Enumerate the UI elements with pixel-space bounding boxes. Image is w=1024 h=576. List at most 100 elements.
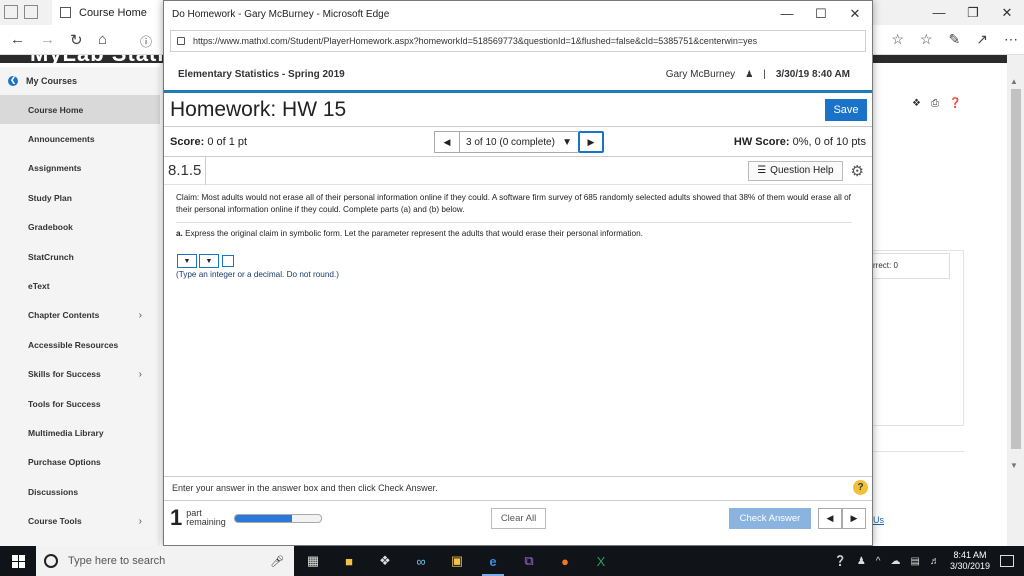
homework-address-bar[interactable]: https://www.mathxl.com/Student/PlayerHom… — [170, 30, 866, 52]
share-icon[interactable]: ↗ — [976, 31, 988, 48]
sidebar-item[interactable]: Discussions — [0, 477, 160, 506]
microphone-icon[interactable]: 🎤︎ — [270, 555, 284, 568]
homework-content: Elementary Statistics - Spring 2019 Gary… — [164, 59, 872, 546]
question-id-row: 8.1.5 ☰ Question Help ⚙ — [164, 156, 872, 185]
info-icon[interactable]: ⓘ — [140, 33, 152, 50]
sidebar-item[interactable]: Announcements — [0, 124, 160, 153]
print-icon[interactable]: ⎙ — [931, 98, 939, 109]
store-icon[interactable]: ▣ — [446, 550, 468, 572]
sidebar-item[interactable]: Tools for Success — [0, 389, 160, 418]
system-tray: ❔ ♟ ^ ☁ ▤ ♬ 8:41 AM 3/30/2019 — [834, 546, 1024, 576]
visual-studio-icon[interactable]: ⧉ — [518, 550, 540, 572]
gear-icon[interactable]: ⚙ — [851, 162, 864, 180]
page-scrollbar[interactable]: ▲ ▼ — [1007, 55, 1024, 546]
score-value: 0 of 1 pt — [207, 135, 248, 148]
sidebar-item[interactable]: StatCrunch — [0, 242, 160, 271]
scroll-thumb[interactable] — [1011, 89, 1021, 449]
tray-chevron-icon[interactable]: ^ — [876, 556, 881, 567]
favorites-list-icon[interactable]: ☆ — [920, 31, 933, 48]
tab-aside-icon[interactable] — [24, 5, 38, 19]
clock-time: 8:41 AM — [953, 550, 987, 560]
help-tray-icon[interactable]: ❔ — [834, 556, 846, 567]
parts-remaining-label: part remaining — [186, 509, 226, 527]
question-select[interactable]: 3 of 10 (0 complete) ▼ — [460, 131, 578, 153]
clear-all-button[interactable]: Clear All — [491, 508, 546, 529]
page-tools: ❖ ⎙ ❓ — [912, 98, 961, 109]
check-answer-button[interactable]: Check Answer — [729, 508, 811, 529]
close-icon[interactable]: ✕ — [838, 1, 872, 27]
next-question-button[interactable]: ▶ — [578, 131, 604, 153]
notification-icon[interactable] — [1000, 555, 1014, 567]
tab-course-home[interactable]: Course Home — [52, 0, 164, 25]
task-view-icon[interactable]: ▦ — [302, 550, 324, 572]
sidebar-item[interactable]: Course Home — [0, 95, 160, 125]
favorite-star-icon[interactable]: ☆ — [891, 31, 904, 48]
restore-icon[interactable]: ❐ — [956, 0, 990, 25]
cloud-icon[interactable]: ☁ — [891, 556, 901, 567]
taskbar-clock[interactable]: 8:41 AM 3/30/2019 — [950, 550, 990, 572]
minimize-icon[interactable]: — — [770, 1, 804, 27]
part-a-text: Express the original claim in symbolic f… — [185, 229, 643, 238]
info-icon[interactable]: ❖ — [912, 98, 921, 109]
tab-actions — [4, 5, 38, 19]
chevron-right-icon: › — [138, 515, 142, 527]
refresh-icon[interactable]: ↻ — [70, 31, 83, 49]
scroll-down-icon[interactable]: ▼ — [1010, 461, 1018, 470]
sidebar-item[interactable]: Assignments — [0, 154, 160, 183]
file-explorer-icon[interactable]: ■ — [338, 550, 360, 572]
sidebar-item-label: eText — [28, 281, 50, 292]
sidebar-item[interactable]: Skills for Success › — [0, 360, 160, 389]
save-button[interactable]: Save — [825, 98, 867, 121]
pen-icon[interactable]: ✎ — [949, 31, 961, 48]
next-question-button[interactable]: ▶ — [842, 508, 866, 529]
sidebar-item-label: Tools for Success — [28, 398, 101, 409]
sidebar-item[interactable]: Study Plan — [0, 183, 160, 212]
sidebar-item[interactable]: Accessible Resources — [0, 330, 160, 359]
people-icon[interactable]: ♟ — [857, 556, 866, 567]
maximize-icon[interactable]: ☐ — [804, 1, 838, 27]
operator-dropdown[interactable]: ▼ — [199, 254, 219, 268]
search-icon — [44, 554, 58, 568]
sidebar-item[interactable]: Chapter Contents › — [0, 301, 160, 330]
close-icon[interactable]: ✕ — [990, 0, 1024, 25]
tab-preview-icon[interactable] — [4, 5, 18, 19]
page-favicon-icon — [60, 7, 71, 18]
sidebar-item[interactable]: Purchase Options — [0, 448, 160, 477]
forward-arrow-icon[interactable]: → — [40, 31, 55, 48]
sidebar-item[interactable]: Course Tools › — [0, 506, 160, 535]
taskbar-search[interactable]: Type here to search 🎤︎ — [36, 546, 294, 576]
help-icon[interactable]: ❓ — [949, 98, 961, 109]
sidebar-item-label: Discussions — [28, 486, 79, 497]
previous-question-button[interactable]: ◀ — [434, 131, 460, 153]
sidebar-item[interactable]: eText — [0, 271, 160, 300]
value-answer-box[interactable] — [222, 255, 234, 267]
my-courses-link[interactable]: ❮ My Courses — [0, 67, 160, 95]
volume-icon[interactable]: ♬ — [930, 556, 940, 567]
previous-question-button[interactable]: ◀ — [818, 508, 842, 529]
home-icon[interactable]: ⌂ — [98, 31, 107, 48]
bottom-question-nav: ◀ ▶ — [818, 508, 866, 529]
part-a-label: a. — [176, 229, 183, 238]
minimize-icon[interactable]: — — [922, 0, 956, 25]
help-icon[interactable]: ? — [853, 480, 868, 495]
sidebar-item-label: Skills for Success — [28, 369, 101, 380]
parameter-dropdown[interactable]: ▼ — [177, 254, 197, 268]
excel-icon[interactable]: X — [590, 550, 612, 572]
contact-us-link[interactable]: Us — [873, 515, 884, 525]
question-help-button[interactable]: ☰ Question Help — [748, 160, 843, 181]
network-icon[interactable]: ▤ — [911, 556, 920, 567]
infinity-app-icon[interactable]: ∞ — [410, 550, 432, 572]
start-button[interactable] — [0, 546, 36, 576]
homework-window-controls: — ☐ ✕ — [770, 1, 872, 27]
scroll-up-icon[interactable]: ▲ — [1010, 77, 1018, 86]
edge-icon[interactable]: e — [482, 550, 504, 576]
back-arrow-icon[interactable]: ← — [10, 31, 25, 48]
url-text: https://www.mathxl.com/Student/PlayerHom… — [193, 36, 758, 46]
dropbox-icon[interactable]: ❖ — [374, 550, 396, 572]
app-orange-icon[interactable]: ● — [554, 550, 576, 572]
sidebar-item[interactable]: Multimedia Library — [0, 418, 160, 447]
sidebar-item[interactable]: Gradebook — [0, 213, 160, 242]
sidebar-item-label: Accessible Resources — [28, 339, 119, 350]
more-icon[interactable]: ⋯ — [1004, 31, 1018, 48]
right-panel-divider — [862, 451, 964, 453]
